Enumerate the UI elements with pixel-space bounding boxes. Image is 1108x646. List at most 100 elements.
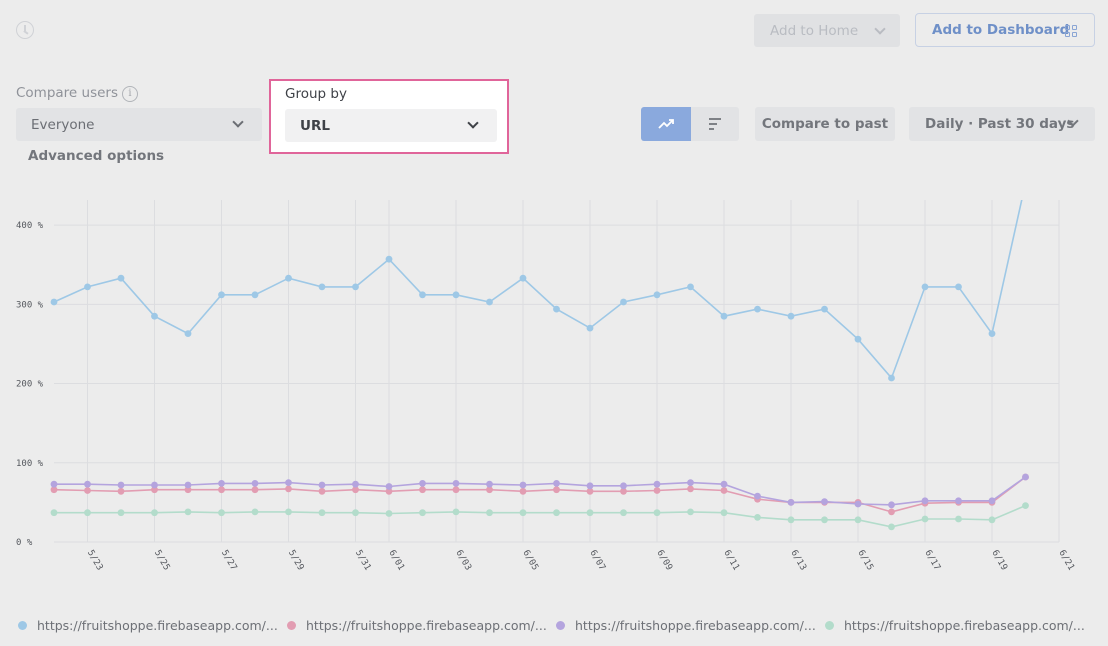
data-point <box>218 480 225 487</box>
data-point <box>687 508 694 516</box>
data-point <box>419 486 426 494</box>
group-by-select[interactable]: URL <box>285 109 497 142</box>
x-tick-label: 6/19 <box>989 549 1009 573</box>
legend-item[interactable]: https://fruitshoppe.firebaseapp.com/... <box>287 616 547 634</box>
x-tick-label: 5/29 <box>286 549 306 573</box>
data-point <box>352 283 359 291</box>
data-point <box>84 509 91 517</box>
data-point <box>251 291 259 299</box>
add-to-dashboard-label: Add to Dashboard <box>932 22 1070 38</box>
y-tick-label: 100 % <box>16 459 44 469</box>
data-point <box>1022 502 1029 509</box>
data-point <box>486 480 493 488</box>
x-tick-label: 6/01 <box>386 549 406 573</box>
data-point <box>251 508 259 516</box>
group-by-value: URL <box>300 117 330 134</box>
data-point <box>988 330 996 337</box>
data-point <box>285 508 292 516</box>
clock-icon[interactable] <box>16 21 34 39</box>
y-tick-label: 0 % <box>16 538 33 548</box>
data-point <box>620 298 627 306</box>
x-tick-label: 6/03 <box>453 549 473 573</box>
data-point <box>988 497 996 505</box>
data-point <box>720 312 728 320</box>
data-point <box>385 483 393 490</box>
data-point <box>218 486 225 494</box>
compare-to-past-button[interactable]: Compare to past <box>755 107 895 141</box>
data-point <box>452 291 460 299</box>
data-point <box>888 374 895 382</box>
data-point <box>251 480 259 487</box>
data-point <box>452 508 460 516</box>
x-tick-label: 6/21 <box>1056 549 1076 573</box>
x-tick-label: 6/15 <box>855 549 875 573</box>
data-point <box>687 283 694 291</box>
data-point <box>50 509 58 517</box>
legend-label: https://fruitshoppe.firebaseapp.com/... <box>306 617 547 633</box>
data-point <box>586 324 594 332</box>
data-point <box>419 291 426 299</box>
data-point <box>653 509 661 517</box>
advanced-options-link[interactable]: Advanced options <box>28 148 164 164</box>
series-line <box>53 476 1026 513</box>
legend-item[interactable]: https://fruitshoppe.firebaseapp.com/... <box>18 616 278 634</box>
data-point <box>352 480 359 488</box>
data-point <box>754 305 761 313</box>
data-point <box>888 523 895 531</box>
data-point <box>318 283 326 291</box>
data-point <box>854 335 862 343</box>
bar-chart-toggle[interactable] <box>691 107 739 141</box>
data-point <box>955 283 962 291</box>
data-point <box>117 481 125 489</box>
data-point <box>419 480 426 487</box>
data-point <box>687 485 694 493</box>
line-chart-toggle[interactable] <box>641 107 691 141</box>
data-point <box>519 274 527 282</box>
data-point <box>821 516 828 524</box>
data-point <box>184 330 192 337</box>
x-tick-label: 6/11 <box>721 549 741 573</box>
data-point <box>486 298 493 306</box>
data-point <box>821 305 828 313</box>
trend-up-icon <box>658 119 674 129</box>
data-point <box>720 487 728 494</box>
time-range-value: Daily · Past 30 days <box>925 116 1075 132</box>
data-point <box>553 480 560 487</box>
data-point <box>955 497 962 505</box>
data-point <box>720 509 728 517</box>
group-by-panel: Group by URL <box>269 79 509 154</box>
data-point <box>921 283 929 291</box>
x-tick-label: 5/25 <box>152 549 172 573</box>
time-range-select[interactable]: Daily · Past 30 days <box>909 107 1095 141</box>
data-point <box>285 274 292 282</box>
x-tick-label: 6/09 <box>654 549 674 573</box>
data-point <box>854 500 862 508</box>
data-point <box>285 485 292 493</box>
data-point <box>251 486 259 494</box>
x-tick-label: 5/31 <box>353 549 373 573</box>
data-point <box>117 274 125 282</box>
data-point <box>553 486 560 494</box>
data-point <box>84 487 91 494</box>
data-point <box>84 283 91 291</box>
data-point <box>50 298 58 306</box>
x-tick-label: 6/17 <box>922 549 942 573</box>
add-to-home-button[interactable]: Add to Home <box>754 14 900 47</box>
data-point <box>50 480 58 488</box>
data-point <box>553 509 560 517</box>
series-line <box>53 200 1023 380</box>
add-to-dashboard-button[interactable]: Add to Dashboard <box>915 13 1095 47</box>
data-point <box>151 509 158 517</box>
data-point <box>519 481 527 489</box>
info-icon[interactable]: i <box>122 86 138 102</box>
data-point <box>151 481 158 489</box>
group-by-label: Group by <box>285 86 347 102</box>
compare-users-select[interactable]: Everyone <box>16 108 262 141</box>
legend-item[interactable]: https://fruitshoppe.firebaseapp.com/... <box>825 616 1085 634</box>
data-point <box>452 480 460 487</box>
data-point <box>218 291 225 299</box>
legend-item[interactable]: https://fruitshoppe.firebaseapp.com/... <box>556 616 816 634</box>
data-point <box>821 498 828 505</box>
x-tick-label: 5/27 <box>219 549 239 573</box>
legend-label: https://fruitshoppe.firebaseapp.com/... <box>37 617 278 633</box>
